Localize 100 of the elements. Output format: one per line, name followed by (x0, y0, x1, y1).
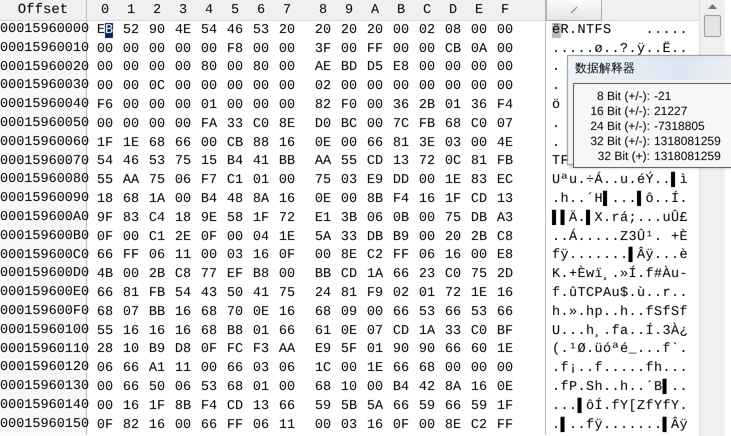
hex-byte[interactable]: 00 (118, 98, 144, 114)
hex-byte[interactable]: 00 (414, 79, 440, 94)
hex-byte[interactable]: 8B (362, 192, 388, 208)
hex-byte[interactable]: 00 (144, 116, 170, 132)
hex-byte[interactable]: FF (362, 42, 388, 57)
hex-byte[interactable]: EF (222, 267, 248, 282)
hex-byte[interactable]: 06 (248, 418, 274, 433)
hex-byte[interactable]: 5B (336, 398, 362, 414)
hex-byte[interactable]: 00 (144, 42, 170, 57)
hex-byte[interactable]: 11 (170, 248, 196, 264)
hex-byte[interactable]: 00 (144, 98, 170, 114)
hex-byte[interactable]: 00 (414, 418, 440, 433)
hex-byte[interactable]: F6 (92, 98, 118, 114)
hex-byte[interactable]: 04 (248, 230, 274, 245)
hex-byte[interactable]: F7 (196, 173, 222, 188)
hex-byte[interactable]: 06 (414, 248, 440, 264)
hex-byte[interactable]: 0E (336, 324, 362, 339)
hex-byte[interactable]: 03 (336, 418, 362, 433)
hex-byte[interactable]: C8 (492, 230, 518, 245)
hex-byte[interactable]: F9 (362, 286, 388, 302)
hex-byte[interactable]: 2B (466, 230, 492, 245)
hex-byte[interactable]: 00 (388, 79, 414, 94)
hex-byte[interactable]: 00 (336, 361, 362, 376)
hex-byte[interactable]: AA (310, 154, 336, 170)
hex-byte[interactable]: B8 (222, 324, 248, 339)
hex-byte[interactable]: 0E (310, 192, 336, 208)
hex-byte[interactable]: 16 (414, 192, 440, 208)
hex-byte[interactable]: F0 (336, 98, 362, 114)
hex-byte[interactable]: 20 (274, 22, 300, 38)
hex-byte[interactable]: 36 (466, 98, 492, 114)
hex-byte[interactable]: 1A (144, 192, 170, 208)
hex-byte[interactable]: 8E (274, 116, 300, 132)
hex-byte[interactable]: 52 (118, 22, 144, 38)
hex-byte[interactable]: 18 (170, 210, 196, 226)
hex-byte[interactable]: 83 (118, 210, 144, 226)
hex-byte[interactable]: 1F (144, 398, 170, 414)
hex-byte[interactable]: 68 (144, 136, 170, 151)
hex-byte[interactable]: 11 (274, 418, 300, 433)
hex-byte[interactable]: 41 (248, 286, 274, 302)
hex-byte[interactable]: 00 (440, 79, 466, 94)
hex-byte[interactable]: 16 (274, 192, 300, 208)
hex-byte[interactable]: 33 (440, 324, 466, 339)
hex-byte[interactable]: 00 (362, 380, 388, 396)
hex-byte[interactable]: 48 (222, 192, 248, 208)
hex-byte[interactable]: 60 (466, 342, 492, 358)
hex-byte[interactable]: 00 (92, 42, 118, 57)
hex-byte[interactable]: F4 (196, 398, 222, 414)
hex-byte[interactable]: A1 (144, 361, 170, 376)
hex-byte[interactable]: 20 (440, 230, 466, 245)
hex-byte[interactable]: E9 (362, 173, 388, 188)
hex-byte[interactable]: 4E (170, 22, 196, 38)
hex-byte[interactable]: 53 (144, 154, 170, 170)
hex-byte[interactable]: 59 (414, 398, 440, 414)
hex-byte[interactable]: 15 (196, 154, 222, 170)
hex-byte[interactable]: 07 (118, 304, 144, 320)
hex-byte[interactable]: 00 (362, 304, 388, 320)
hex-byte[interactable]: 58 (222, 210, 248, 226)
hex-byte[interactable]: 80 (196, 60, 222, 76)
hex-byte[interactable]: 01 (248, 324, 274, 339)
hex-byte[interactable]: 0E (248, 304, 274, 320)
hex-byte[interactable]: 06 (170, 173, 196, 188)
hex-byte[interactable]: 00 (388, 22, 414, 38)
hex-byte[interactable]: 75 (274, 286, 300, 302)
scroll-up-icon[interactable] (708, 4, 717, 9)
hex-byte[interactable]: 01 (440, 98, 466, 114)
hex-byte[interactable]: 82 (118, 418, 144, 433)
hex-byte[interactable]: 01 (248, 380, 274, 396)
hex-byte[interactable]: 01 (414, 286, 440, 302)
hex-byte[interactable]: 0A (466, 42, 492, 57)
hex-byte[interactable]: 00 (170, 60, 196, 76)
hex-byte[interactable]: 82 (310, 98, 336, 114)
hex-byte[interactable]: C0 (466, 324, 492, 339)
hex-byte[interactable]: 00 (414, 60, 440, 76)
hex-byte[interactable]: CD (222, 398, 248, 414)
hex-byte[interactable]: 81 (466, 154, 492, 170)
hex-byte[interactable]: 09 (336, 304, 362, 320)
hex-byte[interactable]: 16 (118, 398, 144, 414)
hex-byte[interactable]: B9 (388, 230, 414, 245)
hex-byte[interactable]: 11 (170, 361, 196, 376)
hex-byte[interactable]: 00 (196, 42, 222, 57)
hex-byte[interactable]: 00 (388, 42, 414, 57)
hex-byte[interactable]: 00 (274, 380, 300, 396)
hex-byte[interactable]: C4 (144, 210, 170, 226)
hex-byte[interactable]: B4 (388, 380, 414, 396)
hex-byte[interactable]: C2 (466, 418, 492, 433)
hex-byte[interactable]: 0E (310, 136, 336, 151)
hex-byte[interactable]: B4 (196, 192, 222, 208)
hex-byte[interactable]: BB (310, 267, 336, 282)
hex-byte[interactable]: 9E (196, 210, 222, 226)
hex-byte[interactable]: 00 (414, 42, 440, 57)
hex-byte[interactable]: 66 (440, 304, 466, 320)
hex-byte[interactable]: 00 (222, 230, 248, 245)
hex-byte[interactable]: 00 (466, 361, 492, 376)
hex-byte[interactable]: 2D (492, 267, 518, 282)
hex-byte[interactable]: 00 (274, 173, 300, 188)
hex-byte[interactable]: 00 (196, 361, 222, 376)
hex-byte[interactable]: 9F (92, 210, 118, 226)
hex-byte[interactable]: 66 (388, 398, 414, 414)
hex-byte[interactable]: 16 (274, 136, 300, 151)
hex-byte[interactable]: D0 (310, 116, 336, 132)
